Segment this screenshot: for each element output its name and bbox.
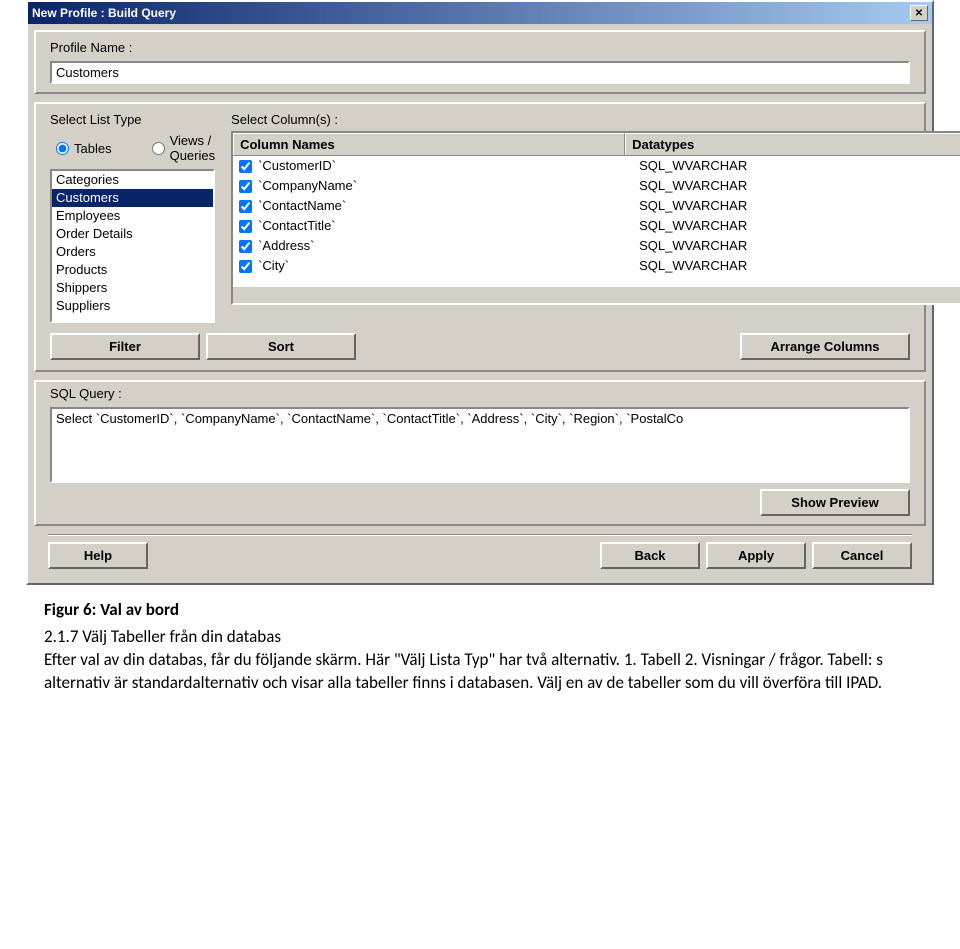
grid-header-names[interactable]: Column Names <box>233 133 625 155</box>
select-columns-label: Select Column(s) : <box>231 112 338 127</box>
list-item[interactable]: Categories <box>52 171 213 189</box>
back-button[interactable]: Back <box>600 542 700 569</box>
datatype-cell: SQL_WVARCHAR <box>633 196 960 216</box>
column-name-cell: `CompanyName` <box>233 176 633 196</box>
radio-tables-input[interactable] <box>56 142 69 155</box>
column-name: `City` <box>258 256 289 276</box>
radio-views-label: Views / Queries <box>170 133 216 163</box>
profile-name-label: Profile Name : <box>50 40 910 55</box>
figure-caption: Figur 6: Val av bord <box>44 599 916 622</box>
column-checkbox[interactable] <box>239 160 252 173</box>
list-item[interactable]: Order Details <box>52 225 213 243</box>
columns-grid: Column Names Datatypes `CustomerID` SQL_W… <box>231 131 960 305</box>
profile-panel: Profile Name : <box>34 30 926 94</box>
table-row: `City` SQL_WVARCHAR <box>233 256 960 276</box>
arrange-columns-button[interactable]: Arrange Columns <box>740 333 910 360</box>
sql-panel: SQL Query : Select `CustomerID`, `Compan… <box>34 380 926 526</box>
mid-button-row: Filter Sort Arrange Columns <box>50 333 910 360</box>
table-row: `ContactTitle` SQL_WVARCHAR <box>233 216 960 236</box>
table-row: `CustomerID` SQL_WVARCHAR <box>233 156 960 176</box>
datatype-cell: SQL_WVARCHAR <box>633 216 960 236</box>
sort-button[interactable]: Sort <box>206 333 356 360</box>
grid-body[interactable]: `CustomerID` SQL_WVARCHAR `CompanyName` SQL… <box>233 156 960 287</box>
grid-header-types[interactable]: Datatypes <box>625 133 960 155</box>
profile-name-input[interactable] <box>50 61 910 84</box>
document-text: Figur 6: Val av bord 2.1.7 Välj Tabeller… <box>28 585 932 715</box>
bottom-bar: Help Back Apply Cancel <box>34 536 926 577</box>
column-name: `CustomerID` <box>258 156 336 176</box>
datatype-cell: SQL_WVARCHAR <box>633 256 960 276</box>
column-name-cell: `City` <box>233 256 633 276</box>
close-button[interactable]: ✕ <box>910 5 928 21</box>
list-type-label: Select List Type <box>50 112 215 127</box>
column-name: `ContactName` <box>258 196 346 216</box>
help-button[interactable]: Help <box>48 542 148 569</box>
selection-panel: Select List Type Tables Views / Queries … <box>34 102 926 372</box>
dialog-window: New Profile : Build Query ✕ Profile Name… <box>26 0 934 585</box>
column-name: `ContactTitle` <box>258 216 336 236</box>
doc-heading: 2.1.7 Välj Tabeller från din databas <box>44 626 916 649</box>
close-icon: ✕ <box>915 8 923 19</box>
apply-button[interactable]: Apply <box>706 542 806 569</box>
window-title: New Profile : Build Query <box>32 6 176 20</box>
cancel-button[interactable]: Cancel <box>812 542 912 569</box>
datatype-cell: SQL_WVARCHAR <box>633 236 960 256</box>
column-name: `Address` <box>258 236 314 256</box>
sql-textarea[interactable]: Select `CustomerID`, `CompanyName`, `Con… <box>50 407 910 483</box>
grid-header: Column Names Datatypes <box>233 133 960 156</box>
list-item[interactable]: Employees <box>52 207 213 225</box>
column-name-cell: `ContactTitle` <box>233 216 633 236</box>
radio-tables-label: Tables <box>74 141 112 156</box>
column-checkbox[interactable] <box>239 180 252 193</box>
radio-views-input[interactable] <box>152 142 165 155</box>
column-name-cell: `CustomerID` <box>233 156 633 176</box>
column-checkbox[interactable] <box>239 220 252 233</box>
sql-content: Select `CustomerID`, `CompanyName`, `Con… <box>52 409 910 428</box>
show-preview-button[interactable]: Show Preview <box>760 489 910 516</box>
window-body: Profile Name : Select List Type Tables V… <box>28 24 932 583</box>
table-row: `CompanyName` SQL_WVARCHAR <box>233 176 960 196</box>
column-name-cell: `ContactName` <box>233 196 633 216</box>
list-item[interactable]: Shippers <box>52 279 213 297</box>
column-checkbox[interactable] <box>239 200 252 213</box>
title-bar: New Profile : Build Query ✕ <box>28 2 932 24</box>
radio-tables[interactable]: Tables <box>56 133 112 163</box>
filter-button[interactable]: Filter <box>50 333 200 360</box>
datatype-cell: SQL_WVARCHAR <box>633 176 960 196</box>
list-item[interactable]: Customers <box>52 189 213 207</box>
list-item[interactable]: Orders <box>52 243 213 261</box>
column-name-cell: `Address` <box>233 236 633 256</box>
sql-label: SQL Query : <box>50 386 910 401</box>
grid-horizontal-scrollbar[interactable] <box>233 287 960 303</box>
list-item[interactable]: Products <box>52 261 213 279</box>
doc-paragraph: Efter val av din databas, får du följand… <box>44 649 916 695</box>
tables-listbox[interactable]: CategoriesCustomersEmployeesOrder Detail… <box>50 169 215 323</box>
list-type-radios: Tables Views / Queries <box>56 133 215 163</box>
column-name: `CompanyName` <box>258 176 357 196</box>
list-item[interactable]: Suppliers <box>52 297 213 315</box>
column-checkbox[interactable] <box>239 240 252 253</box>
table-row: `ContactName` SQL_WVARCHAR <box>233 196 960 216</box>
column-checkbox[interactable] <box>239 260 252 273</box>
datatype-cell: SQL_WVARCHAR <box>633 156 960 176</box>
table-row: `Address` SQL_WVARCHAR <box>233 236 960 256</box>
radio-views[interactable]: Views / Queries <box>152 133 216 163</box>
